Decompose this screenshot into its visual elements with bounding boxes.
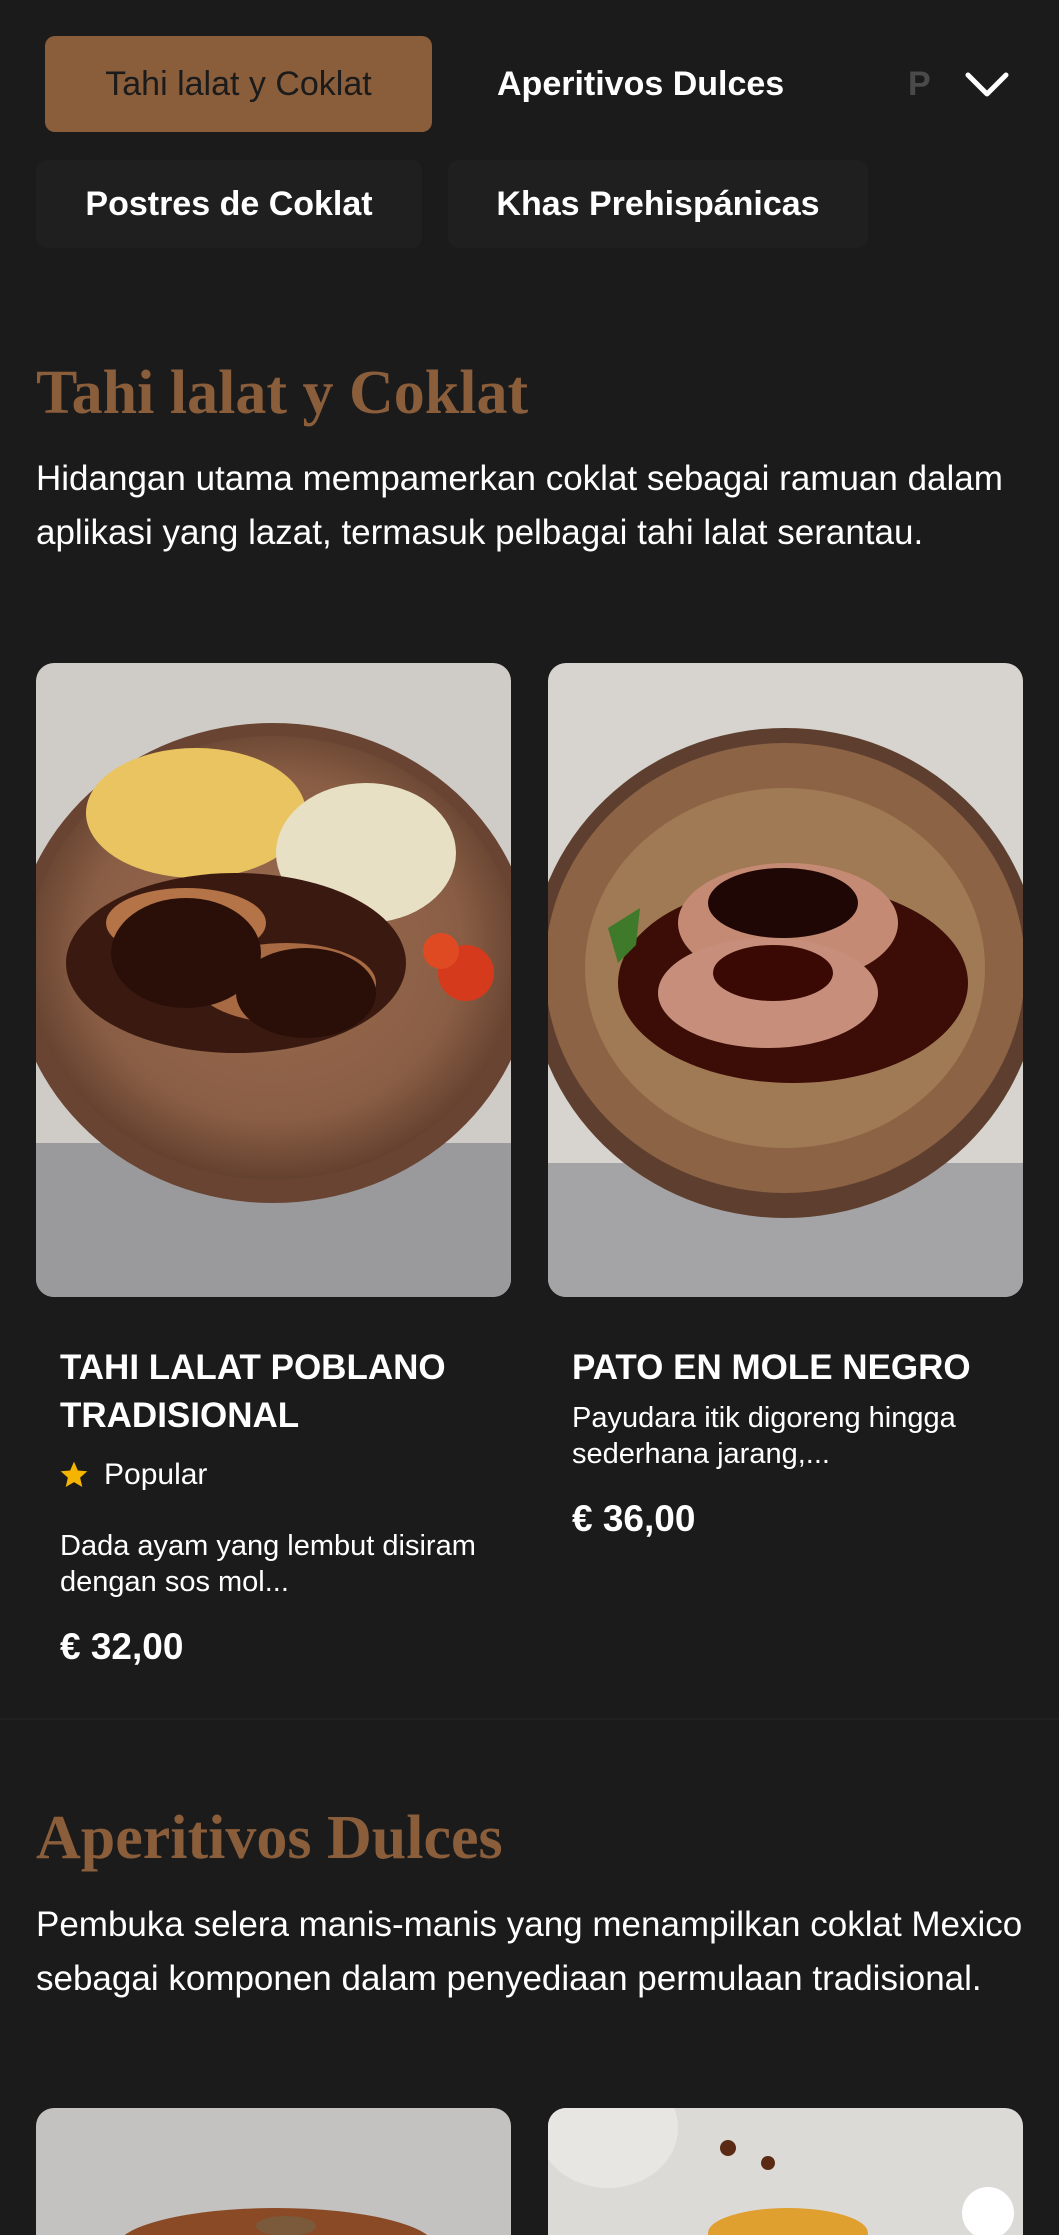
dish-price: € 32,00: [60, 1626, 184, 1667]
section-title: Aperitivos Dulces: [36, 1804, 503, 1872]
popular-badge: Popular: [104, 1458, 208, 1491]
chevron-down-icon[interactable]: [962, 60, 1012, 110]
dish-name: PATO EN MOLE NEGRO: [572, 1348, 971, 1387]
section-description: Pembuka selera manis-manis yang menampil…: [36, 1905, 1023, 1998]
section-divider: [0, 1718, 1059, 1720]
chip-khas[interactable]: Khas Prehispánicas: [448, 160, 868, 248]
dish-image: [36, 2108, 511, 2235]
section-title: Tahi lalat y Coklat: [36, 359, 529, 427]
dish-image: [36, 663, 511, 1297]
section-description: Hidangan utama mempamerkan coklat sebaga…: [36, 459, 1003, 552]
menu-card[interactable]: [36, 2108, 511, 2235]
tab-aperitivos[interactable]: Aperitivos Dulces: [497, 36, 784, 132]
dish-name: TAHI LALAT POBLANO TRADISIONAL: [60, 1348, 446, 1435]
dish-price: € 36,00: [572, 1498, 696, 1539]
star-icon: [60, 1461, 88, 1487]
menu-card[interactable]: [548, 663, 1023, 1297]
dish-image: [548, 2108, 1023, 2235]
tab-tahi-lalat[interactable]: Tahi lalat y Coklat: [45, 36, 432, 132]
menu-card[interactable]: [548, 2108, 1023, 2235]
dish-image: [548, 663, 1023, 1297]
dish-description: Dada ayam yang lembut disiram dengan sos…: [60, 1530, 476, 1598]
tab-partial[interactable]: P: [908, 36, 931, 132]
chip-postres[interactable]: Postres de Coklat: [36, 160, 422, 248]
dish-description: Payudara itik digoreng hingga sederhana …: [572, 1402, 956, 1470]
category-nav: Tahi lalat y Coklat Aperitivos Dulces P: [0, 0, 1059, 168]
menu-card[interactable]: [36, 663, 511, 1297]
